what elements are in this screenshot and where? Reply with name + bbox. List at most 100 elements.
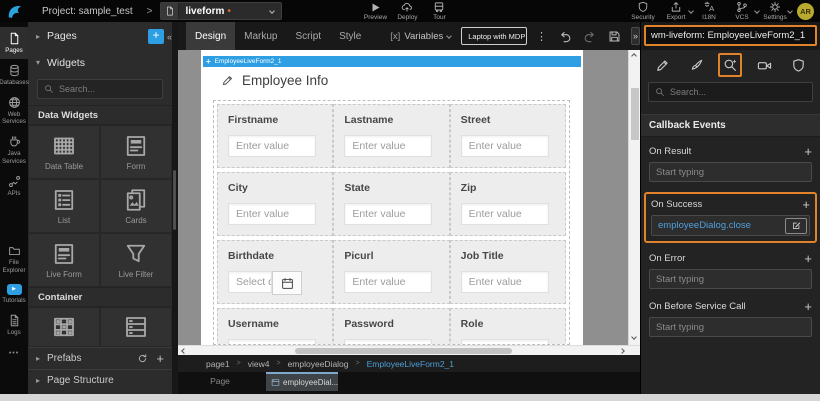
birthdate-input[interactable] bbox=[228, 271, 272, 293]
undo-button[interactable] bbox=[558, 29, 572, 43]
widget-card-data-table[interactable]: Data Table bbox=[28, 125, 100, 179]
page-selector-dropdown[interactable]: liveform • bbox=[160, 2, 282, 20]
calendar-button[interactable] bbox=[272, 271, 302, 295]
street-input[interactable] bbox=[461, 135, 549, 157]
save-button[interactable] bbox=[608, 30, 621, 43]
tab-security-shield-icon[interactable] bbox=[786, 53, 810, 77]
rail-item-pages[interactable]: Pages bbox=[0, 27, 28, 59]
wavemaker-logo-icon[interactable] bbox=[0, 2, 30, 20]
variables-button[interactable]: [x] Variables bbox=[390, 31, 451, 42]
add-on-result-action-button[interactable]: + bbox=[804, 145, 812, 158]
tab-properties-pencil-icon[interactable] bbox=[651, 53, 675, 77]
state-input[interactable] bbox=[344, 203, 432, 225]
add-on-before-service-call-action-button[interactable]: + bbox=[804, 300, 812, 313]
rail-item-apis[interactable]: APIs bbox=[0, 170, 28, 202]
scrollbar-thumb[interactable] bbox=[173, 170, 176, 230]
field-zip[interactable]: Zip bbox=[450, 172, 566, 236]
canvas-vertical-scrollbar[interactable] bbox=[628, 50, 640, 345]
field-username[interactable]: Username bbox=[217, 308, 333, 345]
scroll-right-arrow[interactable] bbox=[619, 348, 625, 354]
lastname-input[interactable] bbox=[344, 135, 432, 157]
field-state[interactable]: State bbox=[333, 172, 449, 236]
widget-search-input[interactable]: Search... bbox=[37, 79, 163, 99]
tab-styles-brush-icon[interactable] bbox=[685, 53, 709, 77]
scroll-left-arrow[interactable] bbox=[181, 348, 187, 354]
widget-card-cards[interactable]: Cards bbox=[100, 179, 172, 233]
security-button[interactable]: Security bbox=[628, 2, 658, 21]
form-title-row[interactable]: Employee Info bbox=[221, 73, 328, 88]
scrollbar-thumb[interactable] bbox=[295, 348, 512, 354]
user-avatar[interactable]: AR bbox=[797, 3, 814, 20]
firstname-input[interactable] bbox=[228, 135, 316, 157]
tab-employee-dialog[interactable]: employeeDial... bbox=[266, 372, 338, 391]
widget-card-grid-layout[interactable] bbox=[28, 307, 100, 347]
tab-style[interactable]: Style bbox=[330, 22, 370, 50]
add-on-error-action-button[interactable]: + bbox=[804, 252, 812, 265]
widget-card-live-form[interactable]: Live Form bbox=[28, 233, 100, 287]
rail-item-file-explorer[interactable]: File Explorer bbox=[0, 239, 28, 279]
rail-item-databases[interactable]: Databases bbox=[0, 59, 28, 91]
field-birthdate[interactable]: Birthdate bbox=[217, 240, 333, 304]
collapse-left-panel-button[interactable]: « bbox=[167, 32, 172, 42]
rail-item-java-services[interactable]: Java Services bbox=[0, 130, 28, 170]
breadcrumb-page1[interactable]: page1 bbox=[206, 359, 230, 369]
job-title-input[interactable] bbox=[461, 271, 549, 293]
tab-page[interactable]: Page bbox=[192, 372, 248, 391]
on-success-action-link[interactable]: employeeDialog.close bbox=[658, 220, 785, 231]
scroll-up-arrow[interactable] bbox=[631, 53, 637, 59]
field-password[interactable]: Password bbox=[333, 308, 449, 345]
settings-button[interactable]: Settings bbox=[760, 2, 790, 21]
scrollbar-thumb[interactable] bbox=[631, 88, 639, 140]
add-page-button[interactable]: + bbox=[148, 29, 164, 44]
tab-events-icon[interactable] bbox=[718, 53, 742, 77]
canvas-horizontal-scrollbar[interactable] bbox=[178, 345, 640, 355]
rail-item-logs[interactable]: Logs bbox=[0, 309, 28, 341]
on-before-service-call-input[interactable] bbox=[649, 317, 812, 337]
city-input[interactable] bbox=[228, 203, 316, 225]
tab-script[interactable]: Script bbox=[287, 22, 331, 50]
refresh-icon[interactable] bbox=[137, 353, 148, 364]
rail-more-button[interactable]: ••• bbox=[0, 350, 28, 357]
field-job-title[interactable]: Job Title bbox=[450, 240, 566, 304]
device-selector[interactable]: Laptop with MDPI Screen bbox=[461, 27, 527, 45]
field-firstname[interactable]: Firstname bbox=[217, 104, 333, 168]
rail-item-tutorials[interactable]: ▶ Tutorials bbox=[0, 279, 28, 309]
page-canvas[interactable]: + EmployeeLiveForm2_1 Employee Info Firs… bbox=[201, 50, 583, 345]
scroll-down-arrow[interactable] bbox=[631, 334, 637, 340]
selected-widget-bar[interactable]: + EmployeeLiveForm2_1 bbox=[203, 56, 581, 67]
breadcrumb-employee-dialog[interactable]: employeeDialog bbox=[288, 359, 349, 369]
export-button[interactable]: Export bbox=[661, 2, 691, 21]
pages-section-header[interactable]: ▸ Pages + bbox=[28, 22, 172, 50]
redo-button[interactable] bbox=[583, 29, 597, 43]
field-lastname[interactable]: Lastname bbox=[333, 104, 449, 168]
tab-design[interactable]: Design bbox=[186, 22, 235, 50]
left-panel-scrollbar[interactable] bbox=[172, 22, 178, 394]
widget-card-form[interactable]: Form bbox=[100, 125, 172, 179]
rail-item-web-services[interactable]: Web Services bbox=[0, 91, 28, 131]
edit-action-button[interactable] bbox=[785, 218, 807, 234]
deploy-button[interactable]: Deploy bbox=[392, 2, 422, 21]
field-street[interactable]: Street bbox=[450, 104, 566, 168]
prefabs-section-header[interactable]: ▸ Prefabs + bbox=[28, 347, 172, 369]
widget-card-list[interactable]: List bbox=[28, 179, 100, 233]
widget-card-live-filter[interactable]: Live Filter bbox=[100, 233, 172, 287]
zip-input[interactable] bbox=[461, 203, 549, 225]
page-structure-section-header[interactable]: ▸ Page Structure bbox=[28, 369, 172, 391]
expand-panel-button[interactable]: » bbox=[631, 27, 640, 45]
breadcrumb-view4[interactable]: view4 bbox=[248, 359, 270, 369]
picurl-input[interactable] bbox=[344, 271, 432, 293]
widgets-section-header[interactable]: ▾ Widgets bbox=[28, 50, 172, 75]
kebab-menu-button[interactable]: ⋮ bbox=[536, 30, 547, 43]
on-error-input[interactable] bbox=[649, 269, 812, 289]
field-role[interactable]: Role bbox=[450, 308, 566, 345]
i18n-button[interactable]: I18N bbox=[694, 2, 724, 21]
add-on-success-action-button[interactable]: + bbox=[802, 198, 810, 211]
tab-markup[interactable]: Markup bbox=[235, 22, 286, 50]
field-city[interactable]: City bbox=[217, 172, 333, 236]
field-picurl[interactable]: Picurl bbox=[333, 240, 449, 304]
breadcrumb-current[interactable]: EmployeeLiveForm2_1 bbox=[367, 359, 454, 369]
tour-button[interactable]: Tour bbox=[424, 2, 454, 21]
preview-button[interactable]: Preview bbox=[360, 2, 390, 21]
widget-card-layout-rows[interactable] bbox=[100, 307, 172, 347]
tab-device-icon[interactable] bbox=[752, 53, 776, 77]
